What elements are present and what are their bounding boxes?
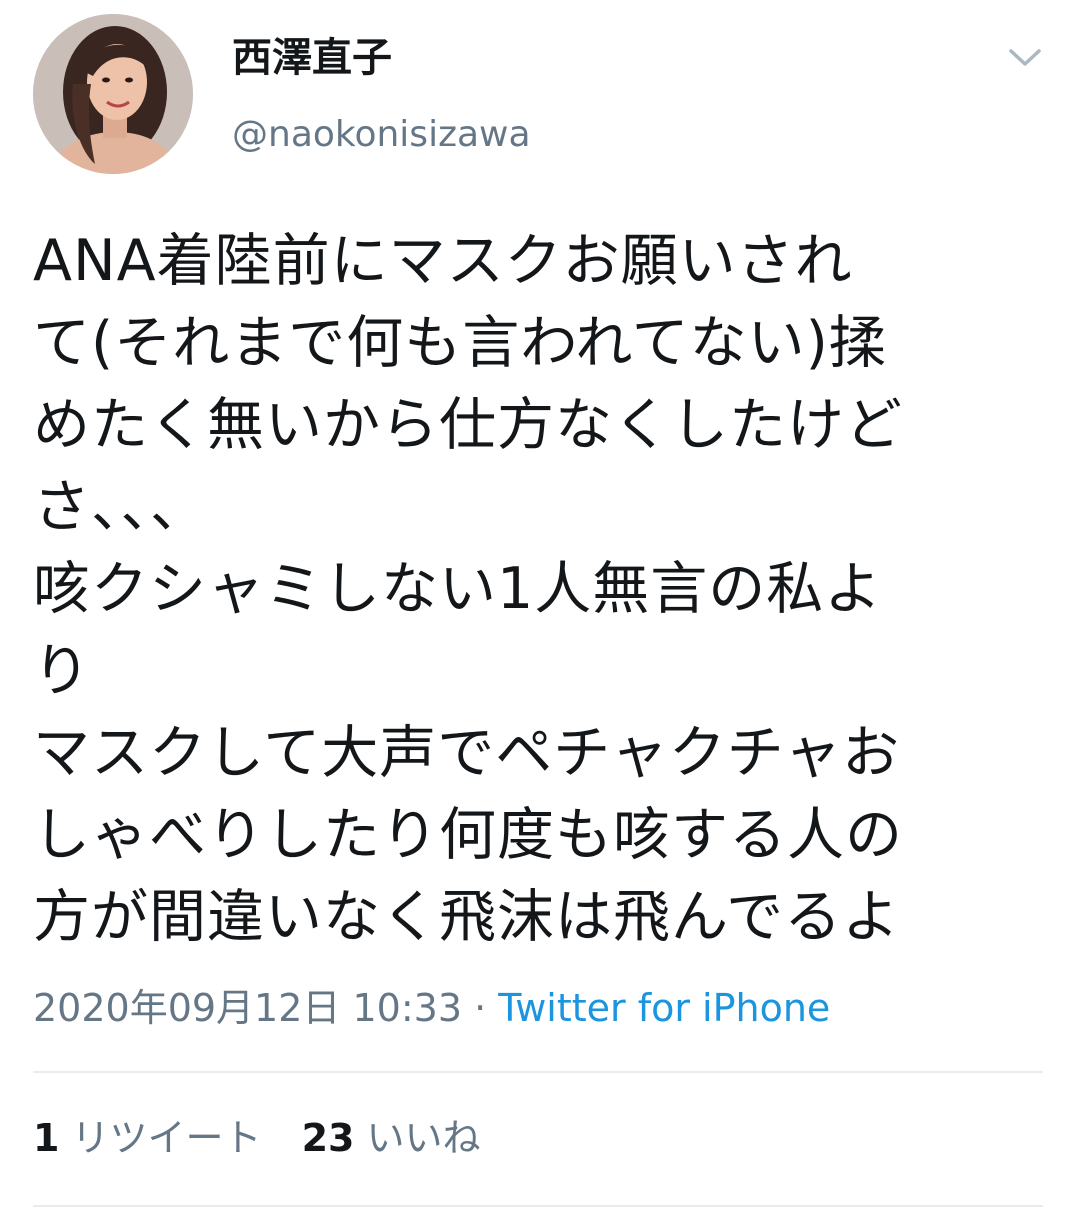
- retweets-count: 1: [33, 1116, 60, 1160]
- tweet-text-line: て(それまで何も言われてない)揉: [33, 310, 887, 376]
- tweet-text-line: ANA着陸前にマスクお願いされ: [33, 228, 853, 294]
- likes-label: いいね: [366, 1116, 481, 1160]
- tweet-text-line: り: [33, 638, 91, 704]
- tweet-text-line: さ、、、: [33, 474, 208, 540]
- tweet-text: ANA着陸前にマスクお願いされ て(それまで何も言われてない)揉 めたく無いから…: [33, 220, 1043, 958]
- tweet-text-line: 咳クシャミしない1人無言の私よ: [33, 556, 883, 622]
- likes-stat[interactable]: 23 いいね: [302, 1116, 481, 1160]
- tweet-stats: 1 リツイート 23 いいね: [33, 1114, 481, 1162]
- avatar-image: [33, 14, 193, 174]
- tweet-timestamp[interactable]: 2020年09月12日 10:33: [33, 986, 462, 1030]
- tweet-text-line: マスクして大声でペチャクチャお: [33, 720, 901, 786]
- divider: [33, 1071, 1043, 1073]
- tweet-meta: 2020年09月12日 10:33 · Twitter for iPhone: [33, 984, 830, 1032]
- retweets-stat[interactable]: 1 リツイート: [33, 1116, 262, 1160]
- retweets-label: リツイート: [71, 1116, 262, 1160]
- author-handle[interactable]: @naokonisizawa: [232, 112, 531, 158]
- tweet-text-line: しゃべりしたり何度も咳する人の: [33, 802, 903, 868]
- divider: [33, 1205, 1043, 1207]
- meta-separator: ·: [462, 986, 499, 1030]
- avatar[interactable]: [33, 14, 193, 174]
- tweet-menu-button[interactable]: [1004, 40, 1046, 76]
- tweet-source-link[interactable]: Twitter for iPhone: [498, 986, 830, 1030]
- likes-count: 23: [301, 1116, 355, 1160]
- tweet-text-line: 方が間違いなく飛沫は飛んでるよ: [33, 884, 901, 950]
- author-display-name[interactable]: 西澤直子: [232, 32, 392, 84]
- chevron-down-icon: [1009, 49, 1041, 66]
- tweet-text-line: めたく無いから仕方なくしたけど: [33, 392, 903, 458]
